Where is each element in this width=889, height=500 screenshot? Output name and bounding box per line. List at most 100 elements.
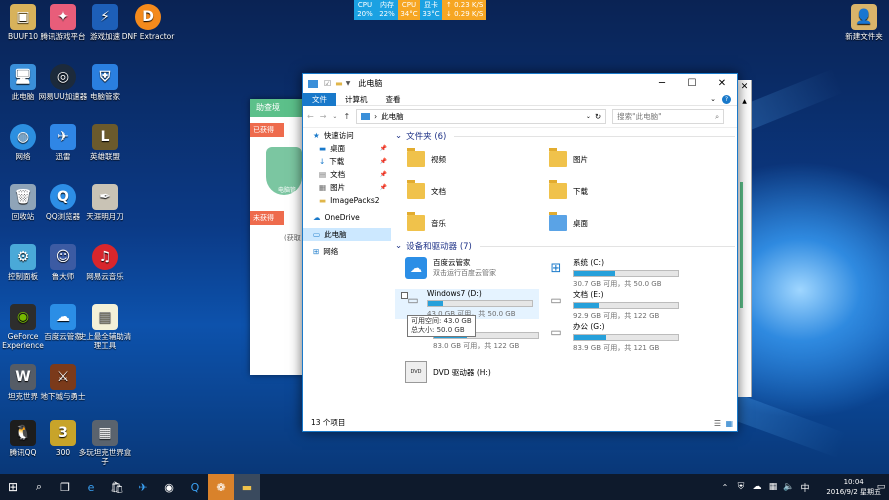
search-box[interactable]: 搜索"此电脑" ⌕ (612, 109, 725, 124)
background-app-window[interactable]: 助查境 已获得 电脑管 未获得 (获取 (250, 99, 302, 375)
nav-item-desktop[interactable]: ▬ 桌面 📌 (303, 142, 391, 155)
folder-documents[interactable]: 文档 (407, 180, 446, 199)
desktop-icon-dnf-extractor[interactable]: D DNF Extractor (121, 4, 175, 41)
address-path: 此电脑 (381, 112, 404, 121)
edge-icon[interactable]: e (78, 474, 104, 500)
task-view-icon[interactable]: ❐ (52, 474, 78, 500)
nav-item-imagepacks2[interactable]: ▬ ImagePacks2 (303, 194, 391, 207)
file-explorer-window[interactable]: ☑ ▬ ▼ 此电脑 ─ ☐ ✕ 文件 计算机 查看 ⌄ ? ← → ⌄ ↑ › … (302, 73, 738, 432)
status-bar-count: 13 个项目 (311, 418, 346, 427)
refresh-icon[interactable]: ↻ (595, 112, 601, 121)
nav-item-network[interactable]: ⊞ 网络 (303, 245, 391, 258)
drive-g[interactable]: ▭ 办公 (G:) 83.9 GB 可用，共 121 GB (545, 321, 679, 353)
folder-desktop[interactable]: 桌面 (549, 212, 588, 231)
explorer-taskbar-icon[interactable]: ▬ (234, 474, 260, 500)
document-folder-icon (407, 180, 425, 199)
desktop-icon-pc-manager[interactable]: ⛨ 电脑管家 (78, 64, 132, 101)
windows-drive-icon: ⊞ (550, 260, 562, 276)
ime-icon[interactable]: 中 (797, 474, 813, 500)
maximize-button[interactable]: ☐ (677, 78, 707, 89)
details-view-button[interactable]: ☰ (714, 419, 721, 428)
desktop-icon-new-folder[interactable]: 👤 新建文件夹 (837, 4, 889, 41)
hard-drive-icon: ▭ (550, 293, 562, 307)
drive-d-usage-bar (427, 300, 533, 307)
dvd-drive-icon: DVD (405, 361, 427, 383)
close-button[interactable]: ✕ (707, 78, 737, 89)
close-icon[interactable]: ✕ (738, 80, 751, 94)
start-button[interactable]: ⊞ (0, 474, 26, 500)
minimize-button[interactable]: ─ (647, 78, 677, 89)
large-icons-view-button[interactable]: ▦ (725, 419, 733, 428)
drives-group-header[interactable]: ⌄ 设备和驱动器 (7) (395, 239, 735, 253)
steam-icon[interactable]: ◉ (156, 474, 182, 500)
desktop-icon-dnf[interactable]: ⚔ 地下城与勇士 (36, 364, 90, 401)
taskbar-clock[interactable]: 10:04 2016/9/2 星期五 (826, 477, 881, 497)
drive-checkbox[interactable] (401, 292, 408, 299)
desktop-icon-cleaner[interactable]: ▤ 史上最全辅助清理工具 (78, 304, 132, 350)
folder-pictures[interactable]: 图片 (549, 148, 588, 167)
folder-downloads[interactable]: 下载 (549, 180, 588, 199)
forward-icon[interactable]: → (320, 112, 327, 121)
defender-icon[interactable]: ⛨ (733, 474, 749, 500)
new-folder-icon[interactable]: ▬ (335, 79, 343, 88)
desktop-icon-tianya[interactable]: ✒ 天涯明月刀 (78, 184, 132, 221)
properties-icon[interactable]: ☑ (324, 79, 331, 88)
show-hidden-icons[interactable]: ⌃ (717, 474, 733, 500)
dnf-icon: D (135, 4, 161, 30)
address-bar[interactable]: › 此电脑 ⌄ ↻ (356, 109, 607, 124)
control-panel-icon: ⚙ (10, 244, 36, 270)
drive-c-usage-bar (573, 270, 679, 277)
bgapp-title: 助查境 (250, 99, 302, 117)
folder-music[interactable]: 音乐 (407, 212, 446, 231)
search-input[interactable]: 搜索"此电脑" (617, 111, 715, 122)
baidu-cloud-item[interactable]: ☁ 百度云管家 双击运行百度云管家 (405, 257, 496, 279)
xunlei-taskbar-icon[interactable]: ✈ (130, 474, 156, 500)
tab-computer[interactable]: 计算机 (336, 93, 377, 106)
search-icon[interactable]: ⌕ (26, 474, 52, 500)
nav-item-quick-access[interactable]: ★ 快速访问 (303, 129, 391, 142)
drive-e[interactable]: ▭ 文档 (E:) 92.9 GB 可用，共 122 GB (545, 289, 679, 321)
desktop-icon-lol[interactable]: L 英雄联盟 (78, 124, 132, 161)
cloud-tray-icon[interactable]: ☁ (749, 474, 765, 500)
cpu-value: 20% (357, 10, 373, 18)
volume-icon[interactable]: 🔈 (781, 474, 797, 500)
recent-dropdown-icon[interactable]: ⌄ (332, 113, 337, 120)
tab-file[interactable]: 文件 (303, 92, 336, 106)
expand-ribbon-icon[interactable]: ⌄ (710, 95, 716, 103)
drive-c[interactable]: ⊞ 系统 (C:) 30.7 GB 可用，共 50.0 GB (545, 257, 679, 289)
drive-g-usage-bar (573, 334, 679, 341)
folder-icon: ▬ (319, 196, 327, 205)
store-icon[interactable]: 🛍 (104, 474, 130, 500)
nav-item-onedrive[interactable]: ☁ OneDrive (303, 211, 391, 224)
picture-folder-icon (549, 148, 567, 167)
desktop-icon-duowan-box[interactable]: ▦ 多玩坦克世界盒子 (78, 420, 132, 466)
nav-item-downloads[interactable]: ↓ 下载 📌 (303, 155, 391, 168)
back-icon[interactable]: ← (307, 112, 314, 121)
folder-videos[interactable]: 视频 (407, 148, 446, 167)
download-icon: ↓ (319, 157, 326, 166)
content-pane: ⌄ 文件夹 (6) 视频 图片 文档 下载 音乐 桌面 ⌄ 设备和驱动器 (7) ☁… (395, 129, 735, 414)
scroll-up-icon[interactable]: ▲ (738, 98, 751, 105)
network-tray-icon[interactable]: ▦ (765, 474, 781, 500)
nav-item-pictures[interactable]: ▦ 图片 📌 (303, 181, 391, 194)
help-icon[interactable]: ? (722, 94, 731, 104)
nav-item-this-pc[interactable]: ▭ 此电脑 (303, 228, 391, 241)
drive-dvd[interactable]: DVD DVD 驱动器 (H:) (405, 361, 491, 383)
file-icon: ▤ (92, 304, 118, 330)
qq-browser-taskbar-icon[interactable]: Q (182, 474, 208, 500)
tab-view[interactable]: 查看 (377, 93, 410, 106)
qq-browser-icon: Q (50, 184, 76, 210)
computer-icon: 🖥 (10, 64, 36, 90)
clock-date: 2016/9/2 星期五 (826, 488, 881, 496)
picture-icon: ▦ (319, 183, 327, 192)
app-taskbar-icon[interactable]: ❁ (208, 474, 234, 500)
folders-group-header[interactable]: ⌄ 文件夹 (6) (395, 129, 735, 143)
mem-label: 内存 (380, 1, 394, 9)
desktop-icon-netease-music[interactable]: ♫ 网易云音乐 (78, 244, 132, 281)
nav-item-documents[interactable]: ▤ 文档 📌 (303, 168, 391, 181)
quick-access-dropdown-icon[interactable]: ▼ (346, 80, 351, 87)
download-folder-icon (549, 180, 567, 199)
address-dropdown-icon[interactable]: ⌄ (586, 113, 591, 120)
bgapp-tag-unobtained: 未获得 (250, 211, 284, 225)
up-icon[interactable]: ↑ (343, 112, 350, 121)
